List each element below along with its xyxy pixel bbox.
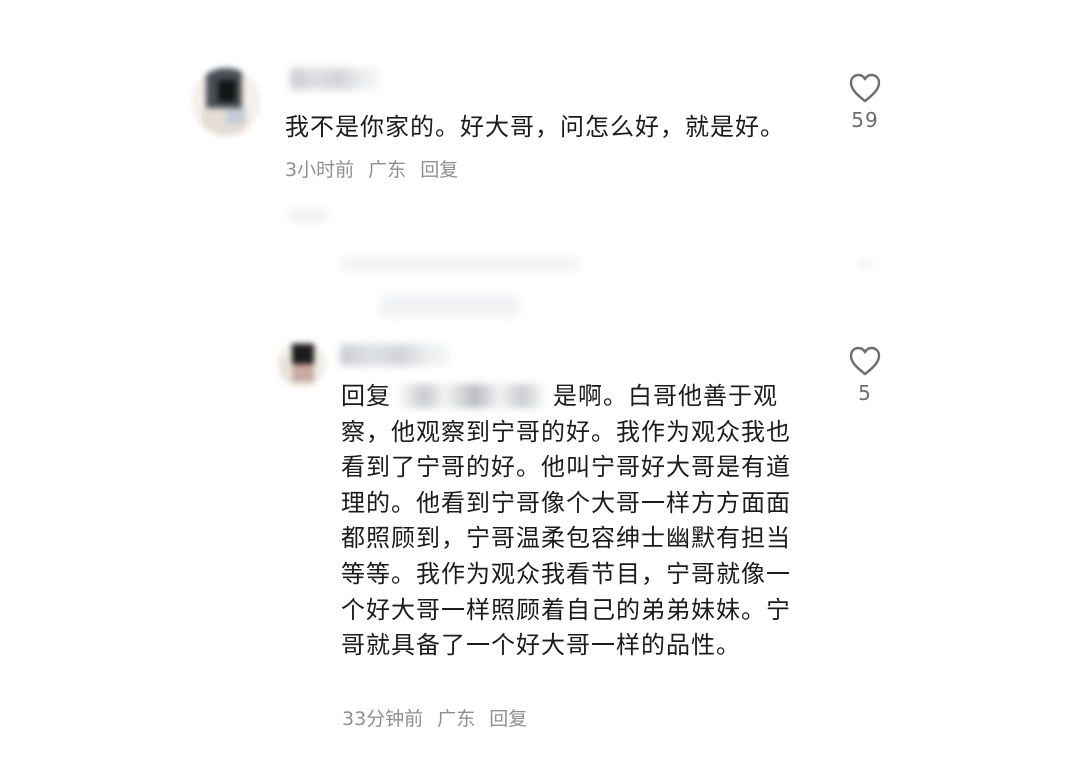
heart-outline-icon [849, 346, 881, 376]
faded-placeholder [380, 295, 520, 317]
reply-prefix: 回复 [341, 382, 391, 410]
comment-meta: 3小时前 广东 回复 [285, 155, 466, 182]
heart-outline-icon [849, 73, 881, 103]
reply-body: 是啊。白哥他善于观察，他观察到宁哥的好。我作为观众我也看到了宁哥的好。他叫宁哥好… [341, 382, 791, 660]
reply-button[interactable]: 回复 [489, 708, 527, 730]
like-count: 59 [851, 108, 879, 132]
faded-placeholder [858, 258, 872, 270]
reply-button[interactable]: 回复 [420, 159, 458, 181]
reply-username-redacted[interactable] [340, 344, 450, 366]
comment-time: 3小时前 [285, 159, 355, 181]
user-avatar[interactable] [192, 68, 260, 136]
comment-section: 我不是你家的。好大哥，问怎么好，就是好。 3小时前 广东 回复 59 回复 是啊。… [0, 0, 1082, 768]
reply-comment-meta: 33分钟前 广东 回复 [342, 704, 535, 731]
comment-location: 广东 [368, 159, 407, 181]
reply-comment-time: 33分钟前 [342, 708, 424, 730]
like-button[interactable]: 59 [835, 72, 895, 132]
reply-like-count: 5 [858, 381, 872, 405]
reply-user-avatar[interactable] [278, 340, 326, 388]
username-redacted[interactable] [290, 68, 380, 90]
reply-like-button[interactable]: 5 [835, 345, 895, 405]
replied-username-redacted[interactable] [397, 384, 547, 408]
faded-placeholder [288, 208, 328, 222]
reply-comment-location: 广东 [437, 708, 476, 730]
faded-placeholder [340, 258, 580, 270]
comment-text: 我不是你家的。好大哥，问怎么好，就是好。 [285, 113, 785, 141]
reply-comment-text: 回复 是啊。白哥他善于观察，他观察到宁哥的好。我作为观众我也看到了宁哥的好。他叫宁… [341, 379, 801, 664]
